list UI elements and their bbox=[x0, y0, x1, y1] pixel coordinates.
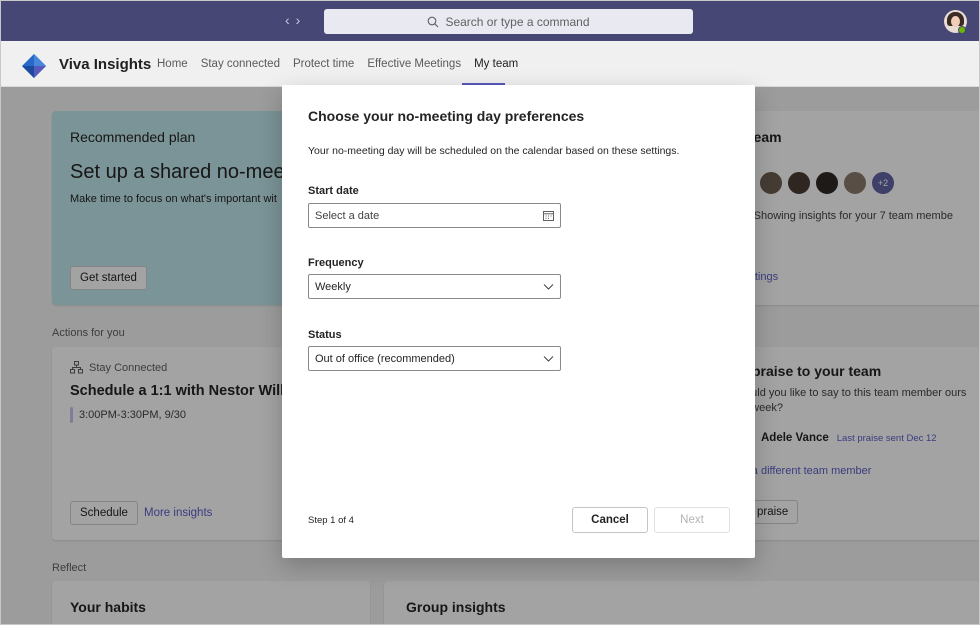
frequency-label: Frequency bbox=[308, 257, 364, 269]
frequency-value: Weekly bbox=[315, 280, 351, 293]
chevron-down-icon bbox=[543, 356, 554, 362]
status-value: Out of office (recommended) bbox=[315, 352, 455, 365]
teams-title-bar: ‹› Search or type a command bbox=[1, 1, 979, 41]
calendar-icon[interactable] bbox=[543, 210, 554, 221]
search-icon bbox=[428, 16, 439, 27]
dialog-title: Choose your no-meeting day preferences bbox=[308, 108, 585, 124]
dialog-description: Your no-meeting day will be scheduled on… bbox=[308, 145, 680, 157]
search-placeholder: Search or type a command bbox=[445, 14, 590, 29]
next-button[interactable]: Next bbox=[654, 507, 730, 533]
frequency-select[interactable]: Weekly bbox=[308, 274, 561, 299]
chevron-down-icon bbox=[543, 284, 554, 290]
chevron-right-icon[interactable]: › bbox=[296, 12, 307, 28]
search-input[interactable]: Search or type a command bbox=[324, 9, 693, 34]
step-indicator: Step 1 of 4 bbox=[308, 515, 354, 526]
app-window: ‹› Search or type a command Viva Insight… bbox=[0, 0, 980, 625]
status-select[interactable]: Out of office (recommended) bbox=[308, 346, 561, 371]
header-dim-overlay bbox=[1, 41, 979, 87]
start-date-placeholder: Select a date bbox=[315, 209, 380, 222]
cancel-button[interactable]: Cancel bbox=[572, 507, 648, 533]
chevron-left-icon[interactable]: ‹ bbox=[285, 12, 296, 28]
no-meeting-day-dialog: Choose your no-meeting day preferences Y… bbox=[282, 85, 755, 558]
history-nav: ‹› bbox=[285, 12, 306, 28]
start-date-field[interactable]: Select a date bbox=[308, 203, 561, 228]
start-date-label: Start date bbox=[308, 185, 359, 197]
presence-available-icon bbox=[958, 26, 966, 34]
status-label: Status bbox=[308, 329, 342, 341]
